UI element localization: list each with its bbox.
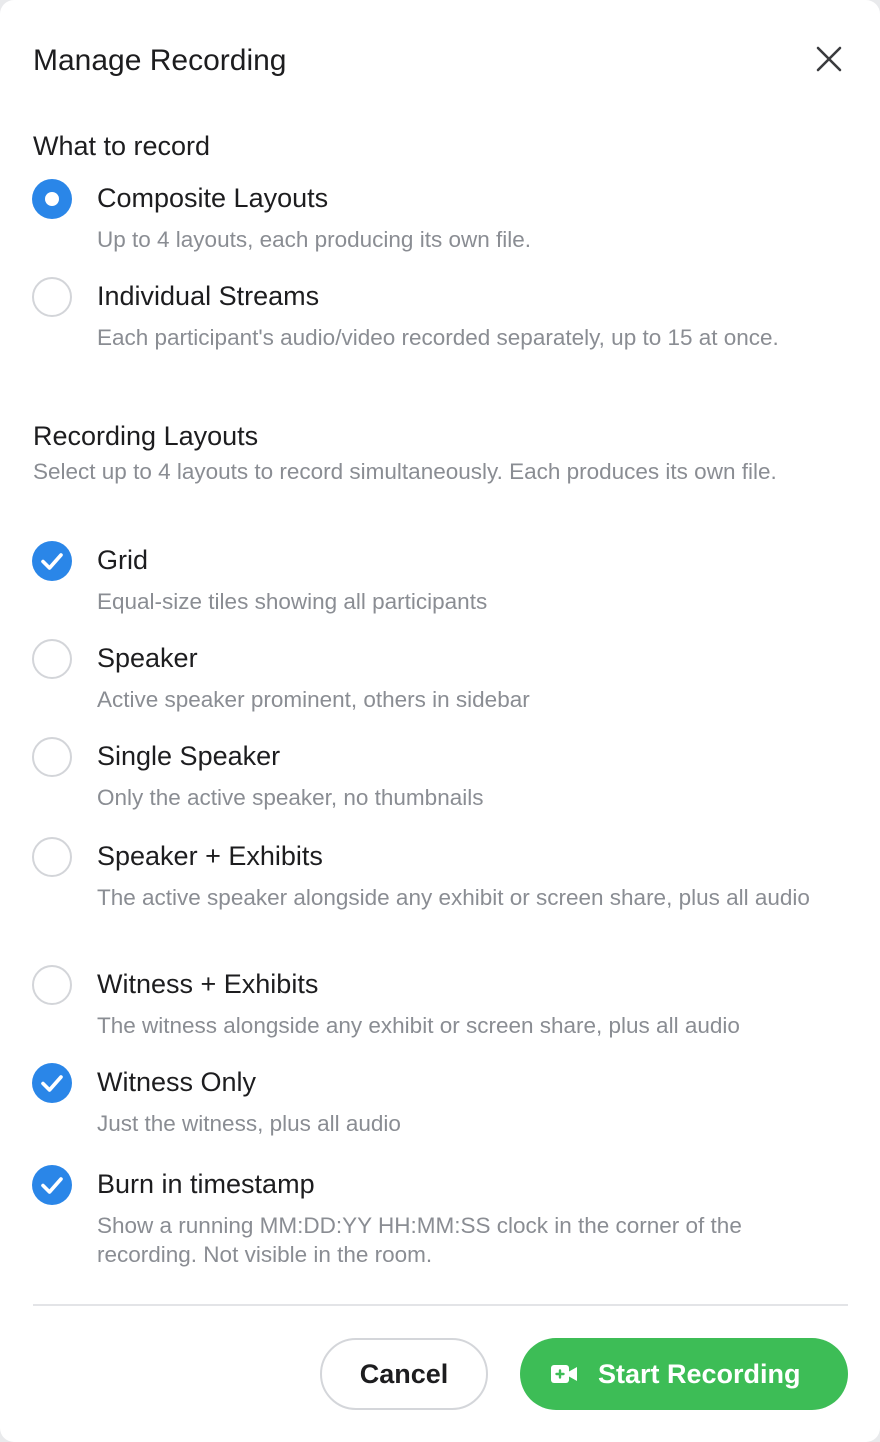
checkmark-icon bbox=[41, 553, 63, 570]
burn-in-timestamp-checkbox[interactable] bbox=[32, 1165, 72, 1205]
footer-divider bbox=[33, 1304, 848, 1306]
option-label: Witness Only bbox=[97, 1067, 257, 1097]
option-description: Each participant's audio/video recorded … bbox=[97, 325, 779, 350]
option-description: Just the witness, plus all audio bbox=[97, 1111, 401, 1136]
what-to-record-heading: What to record bbox=[33, 131, 211, 161]
start-recording-button[interactable]: Start Recording bbox=[520, 1338, 848, 1410]
checkmark-icon bbox=[41, 1177, 63, 1194]
composite-layouts-radio[interactable] bbox=[32, 179, 72, 219]
option-label: Speaker + Exhibits bbox=[97, 841, 323, 871]
option-label: Composite Layouts bbox=[97, 183, 329, 213]
cancel-button[interactable]: Cancel bbox=[320, 1338, 488, 1410]
option-label: Single Speaker bbox=[97, 741, 281, 771]
option-label: Grid bbox=[97, 545, 149, 575]
option-description: Show a running MM:DD:YY HH:MM:SS clock i… bbox=[97, 1213, 742, 1267]
option-description: The active speaker alongside any exhibit… bbox=[97, 885, 810, 910]
witness-only-checkbox[interactable] bbox=[32, 1063, 72, 1103]
option-description: Only the active speaker, no thumbnails bbox=[97, 785, 484, 810]
option-description: Active speaker prominent, others in side… bbox=[97, 687, 530, 712]
option-label: Burn in timestamp bbox=[97, 1169, 315, 1199]
start-recording-label: Start Recording bbox=[598, 1359, 801, 1389]
individual-streams-radio[interactable] bbox=[32, 277, 72, 317]
recording-layouts-description: Select up to 4 layouts to record simulta… bbox=[33, 459, 777, 484]
option-label: Individual Streams bbox=[97, 281, 320, 311]
single-speaker-checkbox[interactable] bbox=[32, 737, 72, 777]
checkmark-icon bbox=[41, 1075, 63, 1092]
dialog-title: Manage Recording bbox=[33, 44, 287, 77]
recording-layouts-heading: Recording Layouts bbox=[33, 421, 259, 451]
manage-recording-dialog: Manage Recording What to record Composit… bbox=[0, 0, 880, 1442]
speaker-exhibits-checkbox[interactable] bbox=[32, 837, 72, 877]
option-description: Equal-size tiles showing all participant… bbox=[97, 589, 488, 614]
option-description: Up to 4 layouts, each producing its own … bbox=[97, 227, 531, 252]
option-description: The witness alongside any exhibit or scr… bbox=[97, 1013, 740, 1038]
option-label: Witness + Exhibits bbox=[97, 969, 319, 999]
grid-checkbox[interactable] bbox=[32, 541, 72, 581]
option-label: Speaker bbox=[97, 643, 198, 673]
speaker-checkbox[interactable] bbox=[32, 639, 72, 679]
video-camera-icon bbox=[551, 1365, 577, 1383]
witness-exhibits-checkbox[interactable] bbox=[32, 965, 72, 1005]
close-icon bbox=[816, 46, 842, 72]
close-button[interactable] bbox=[808, 40, 850, 82]
